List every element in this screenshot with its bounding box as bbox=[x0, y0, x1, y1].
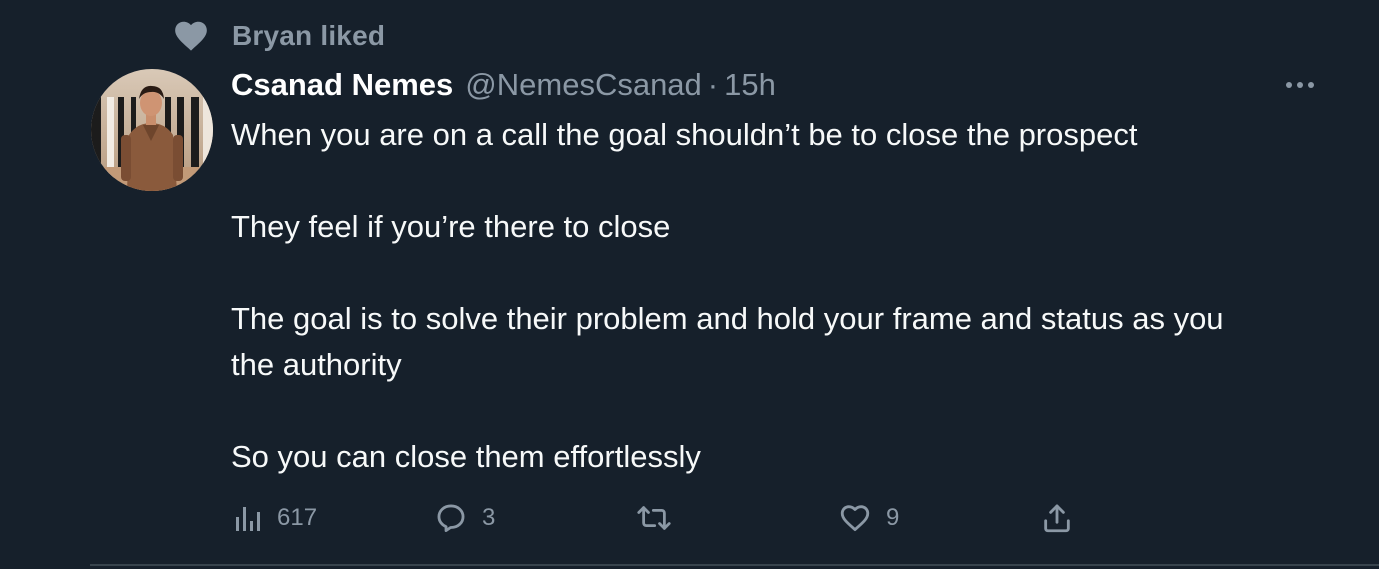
tweet-line: The goal is to solve their problem and h… bbox=[231, 301, 1224, 336]
author-display-name[interactable]: Csanad Nemes bbox=[231, 67, 453, 103]
reply-count: 3 bbox=[482, 504, 496, 531]
social-context[interactable]: Bryan liked bbox=[172, 16, 385, 56]
share-button[interactable] bbox=[1040, 498, 1074, 538]
tweet-timestamp[interactable]: 15h bbox=[724, 67, 776, 103]
share-icon bbox=[1044, 504, 1070, 533]
liked-by-text: Bryan liked bbox=[232, 20, 386, 51]
views-count: 617 bbox=[277, 504, 318, 531]
tweet-text: When you are on a call the goal shouldn’… bbox=[231, 112, 1351, 480]
analytics-icon bbox=[236, 507, 260, 531]
author-handle[interactable]: @NemesCsanad bbox=[465, 67, 702, 103]
tweet-line: They feel if you’re there to close bbox=[231, 209, 671, 244]
tweet-line: the authority bbox=[231, 347, 402, 382]
more-options-button[interactable] bbox=[1282, 72, 1322, 98]
reply-button[interactable]: 3 bbox=[434, 498, 495, 538]
separator-dot: · bbox=[707, 67, 719, 102]
like-button[interactable]: 9 bbox=[838, 498, 899, 538]
views-button[interactable]: 617 bbox=[233, 498, 317, 538]
heart-outline-icon bbox=[840, 505, 870, 532]
divider bbox=[90, 564, 1379, 566]
avatar-image bbox=[91, 69, 213, 191]
retweet-button[interactable] bbox=[636, 498, 686, 538]
tweet-header: Csanad Nemes @NemesCsanad · 15h bbox=[231, 63, 776, 107]
reply-icon bbox=[437, 504, 465, 533]
tweet-line: So you can close them effortlessly bbox=[231, 439, 701, 474]
avatar[interactable] bbox=[91, 69, 213, 191]
tweet[interactable]: Bryan liked Csanad Nemes @NemesCsanad · … bbox=[0, 0, 1379, 569]
tweet-line: When you are on a call the goal shouldn’… bbox=[231, 117, 1138, 152]
heart-icon bbox=[175, 21, 207, 51]
more-icon bbox=[1286, 82, 1314, 88]
like-count: 9 bbox=[886, 504, 900, 531]
tweet-actions: 617 3 9 bbox=[0, 498, 1379, 538]
retweet-icon bbox=[637, 506, 671, 530]
